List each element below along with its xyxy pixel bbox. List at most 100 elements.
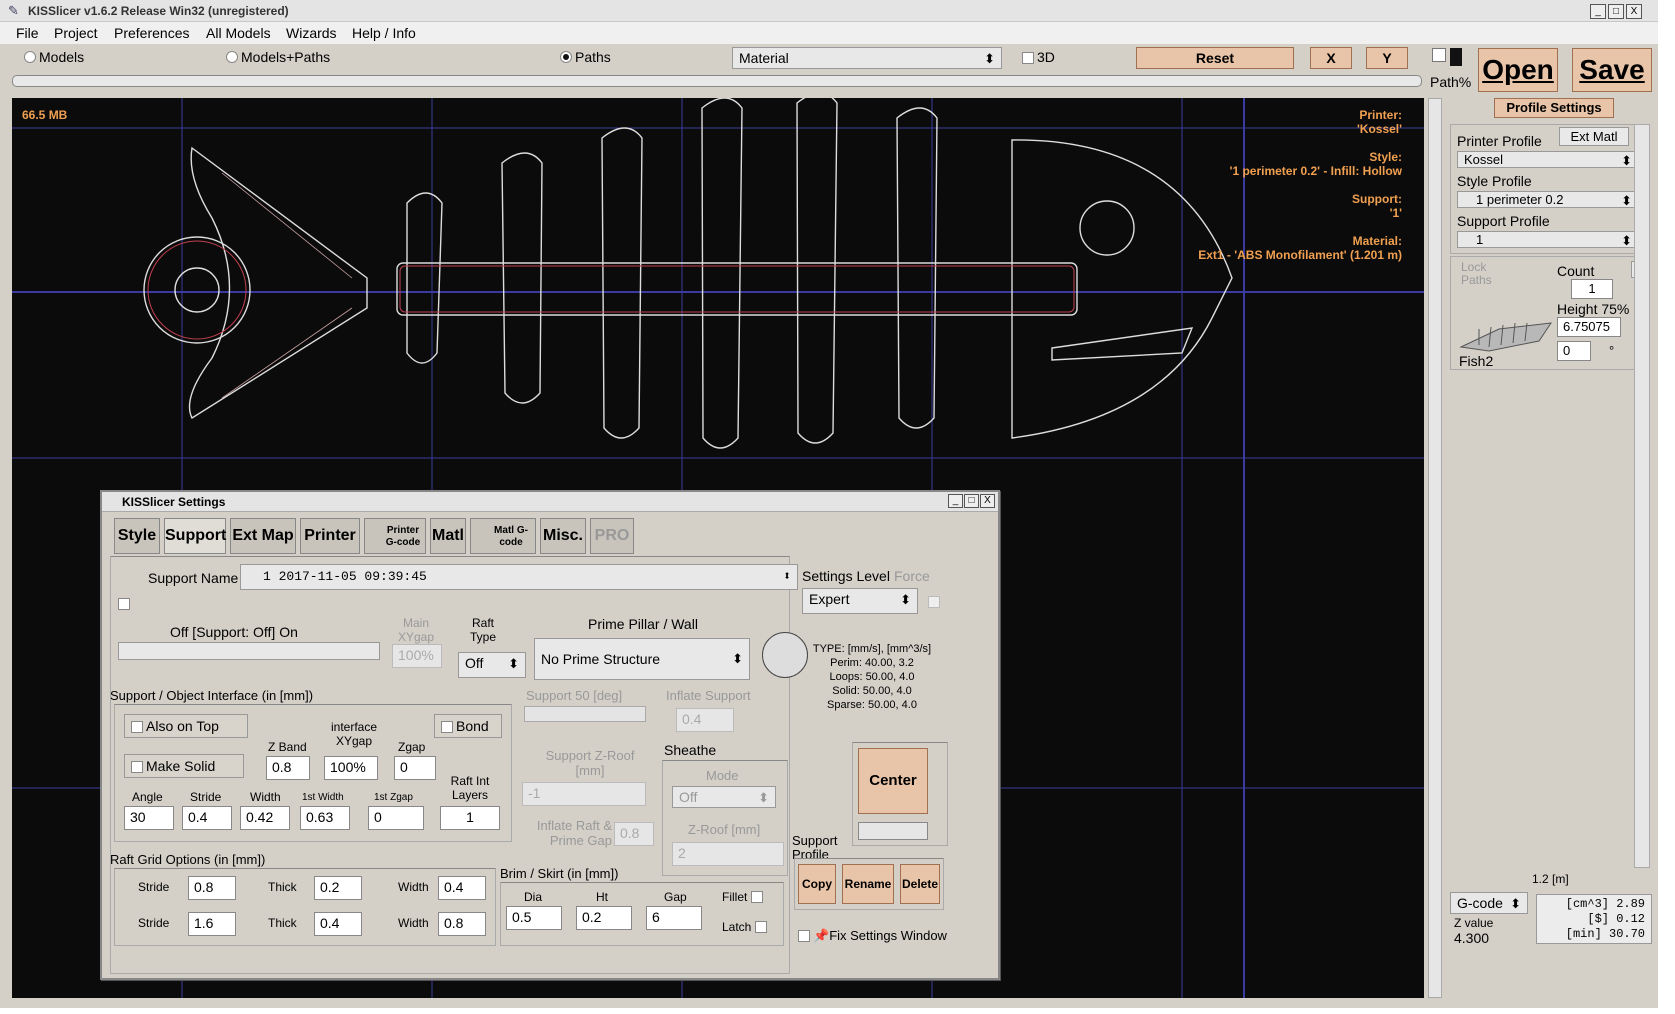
bond-checkbox[interactable]: Bond xyxy=(434,714,502,738)
settings-level-select[interactable]: Expert xyxy=(802,588,918,614)
support50-label: Support 50 [deg] xyxy=(526,688,623,703)
close-button[interactable]: X xyxy=(1626,4,1642,19)
rename-button[interactable]: Rename xyxy=(842,864,894,904)
tab-matl[interactable]: Matl xyxy=(430,518,466,554)
view-3d-checkbox[interactable]: 3D xyxy=(1022,49,1055,65)
lock-paths-checkbox[interactable]: Lock Paths xyxy=(1461,261,1511,287)
width-field[interactable]: 0.42 xyxy=(240,806,290,830)
sheathe-zroof-field[interactable]: 2 xyxy=(672,842,784,866)
rg-thick1-field[interactable]: 0.2 xyxy=(314,876,362,900)
path-percent-slider[interactable] xyxy=(12,75,1422,87)
height-label: Height 75% xyxy=(1557,301,1630,317)
tab-misc[interactable]: Misc. xyxy=(540,518,586,554)
stride-field[interactable]: 0.4 xyxy=(182,806,232,830)
rg-width1-field[interactable]: 0.4 xyxy=(438,876,486,900)
center-slider[interactable] xyxy=(858,822,928,840)
style-profile-select[interactable]: 1 perimeter 0.2 xyxy=(1457,191,1639,208)
model-thumbnail[interactable] xyxy=(1459,317,1553,353)
zgap-field[interactable]: 0 xyxy=(394,756,436,780)
support-toggle-slider[interactable] xyxy=(118,642,380,660)
dialog-close-button[interactable]: X xyxy=(980,494,995,508)
inflate-support-field[interactable]: 0.4 xyxy=(676,708,734,732)
save-button[interactable]: Save xyxy=(1572,48,1652,92)
menu-file[interactable]: File xyxy=(16,25,39,41)
gcode-mode-select[interactable]: G-code xyxy=(1450,892,1528,914)
ht-field[interactable]: 0.2 xyxy=(576,906,632,930)
height-field[interactable]: 6.75075 xyxy=(1557,317,1621,337)
dialog-minimize-button[interactable]: _ xyxy=(948,494,963,508)
profile-scrollbar[interactable] xyxy=(1634,124,1650,868)
y-button[interactable]: Y xyxy=(1366,47,1408,69)
first-zgap-field[interactable]: 0 xyxy=(368,806,424,830)
tab-printer[interactable]: Printer xyxy=(300,518,360,554)
angle-field[interactable]: 30 xyxy=(124,806,174,830)
x-button[interactable]: X xyxy=(1310,47,1352,69)
delete-button[interactable]: Delete xyxy=(900,864,940,904)
raft-type-select[interactable]: Off xyxy=(458,652,526,678)
menu-help[interactable]: Help / Info xyxy=(352,25,416,41)
toolbar: Models Models+Paths Paths Material 3D Re… xyxy=(0,44,1440,94)
raft-int-layers-field[interactable]: 1 xyxy=(440,806,500,830)
inflate-raft-field[interactable]: 0.8 xyxy=(614,822,654,846)
support50-slider[interactable] xyxy=(524,706,646,722)
z-value-label: Z value xyxy=(1454,916,1494,930)
rg-width2-field[interactable]: 0.8 xyxy=(438,912,486,936)
view-models-radio[interactable]: Models xyxy=(24,49,84,65)
tab-ext-map[interactable]: Ext Map xyxy=(230,518,296,554)
dia-field[interactable]: 0.5 xyxy=(506,906,562,930)
count-field[interactable]: 1 xyxy=(1571,279,1613,299)
force-checkbox[interactable] xyxy=(928,596,940,608)
tab-support[interactable]: Support xyxy=(164,518,226,554)
center-button[interactable]: Center xyxy=(858,748,928,814)
tab-style[interactable]: Style xyxy=(114,518,160,554)
menu-preferences[interactable]: Preferences xyxy=(114,25,189,41)
tab-printer-gcode[interactable]: Printer G-code xyxy=(364,518,426,554)
rotation-field[interactable]: 0 xyxy=(1557,341,1591,361)
menu-all-models[interactable]: All Models xyxy=(206,25,271,41)
make-solid-checkbox[interactable]: Make Solid xyxy=(124,754,244,778)
ext-matl-button[interactable]: Ext Matl xyxy=(1559,127,1629,146)
zband-field[interactable]: 0.8 xyxy=(266,756,310,780)
printer-profile-select[interactable]: Kossel xyxy=(1457,151,1639,168)
stat-volume: [cm^3] 2.89 xyxy=(1565,897,1645,911)
rg-thick2-field[interactable]: 0.4 xyxy=(314,912,362,936)
zroof-field[interactable]: -1 xyxy=(522,782,646,806)
also-on-top-checkbox[interactable]: Also on Top xyxy=(124,714,248,738)
latch-checkbox[interactable]: Latch xyxy=(722,920,770,934)
support-name-select[interactable]: 1 2017-11-05 09:39:45 xyxy=(240,564,798,590)
fix-window-checkbox[interactable]: 📌Fix Settings Window xyxy=(798,928,947,944)
copy-button[interactable]: Copy xyxy=(798,864,836,904)
interface-group-label: Support / Object Interface (in [mm]) xyxy=(110,688,314,703)
interface-xygap-field[interactable]: 100% xyxy=(324,756,378,780)
view-paths-radio[interactable]: Paths xyxy=(560,49,611,65)
vertical-splitter[interactable] xyxy=(1428,98,1442,998)
view-models-paths-radio[interactable]: Models+Paths xyxy=(226,49,330,65)
color-mode-select[interactable]: Material xyxy=(732,47,1002,69)
path-percent-checkbox[interactable] xyxy=(1432,48,1446,62)
sheathe-zroof-label: Z-Roof [mm] xyxy=(688,822,761,837)
reset-button[interactable]: Reset xyxy=(1136,47,1294,69)
tab-matl-gcode[interactable]: Matl G-code xyxy=(470,518,536,554)
main-xygap-field[interactable]: 100% xyxy=(392,644,442,668)
minimize-button[interactable]: _ xyxy=(1590,4,1606,19)
brim-label: Brim / Skirt (in [mm]) xyxy=(500,866,619,881)
fillet-checkbox[interactable]: Fillet xyxy=(722,890,766,904)
open-button[interactable]: Open xyxy=(1478,48,1558,92)
gap-field[interactable]: 6 xyxy=(646,906,702,930)
tab-pro[interactable]: PRO xyxy=(590,518,634,554)
sheathe-mode-select[interactable]: Off xyxy=(672,786,776,808)
maximize-button[interactable]: □ xyxy=(1608,4,1624,19)
rg-stride2-field[interactable]: 1.6 xyxy=(188,912,236,936)
dialog-maximize-button[interactable]: □ xyxy=(964,494,979,508)
support-enable-checkbox[interactable] xyxy=(118,596,133,611)
prime-structure-select[interactable]: No Prime Structure xyxy=(534,638,750,680)
width-label: Width xyxy=(250,790,281,804)
first-width-field[interactable]: 0.63 xyxy=(300,806,350,830)
summary-printer-label: Printer: xyxy=(1359,108,1402,122)
support-profile-select[interactable]: 1 xyxy=(1457,231,1639,248)
profile-settings-button[interactable]: Profile Settings xyxy=(1494,98,1614,118)
menu-wizards[interactable]: Wizards xyxy=(286,25,337,41)
rg-stride1-field[interactable]: 0.8 xyxy=(188,876,236,900)
color-swatch-icon xyxy=(1450,48,1462,66)
menu-project[interactable]: Project xyxy=(54,25,98,41)
